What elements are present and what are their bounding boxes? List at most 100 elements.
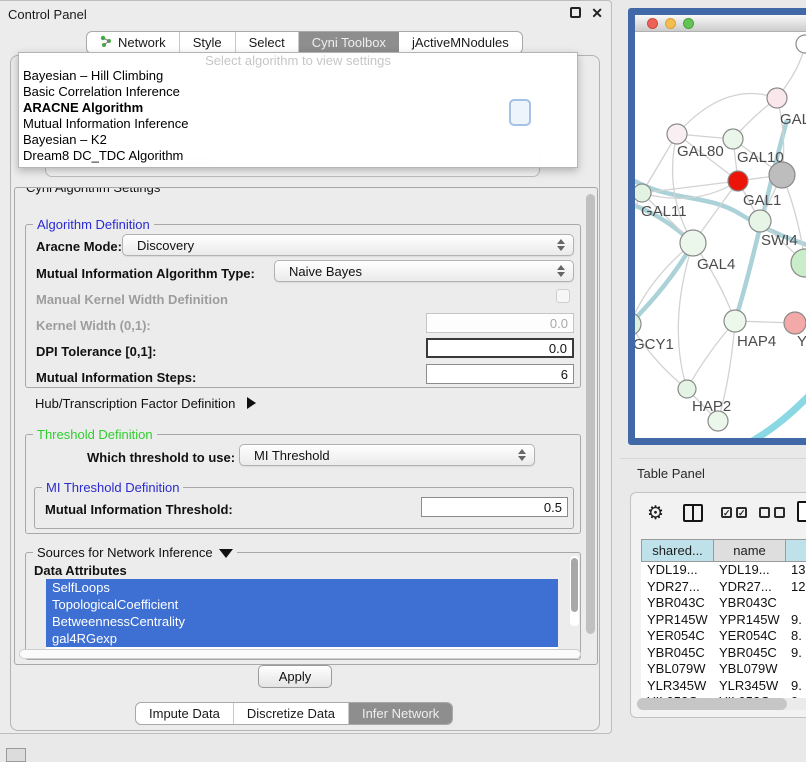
node-label: SWI4 — [761, 232, 798, 249]
data-attributes-list[interactable]: SelfLoopsTopologicalCoefficientBetweenne… — [46, 579, 558, 655]
table-row[interactable]: YPR145WYPR145W9. — [641, 612, 806, 629]
columns-icon[interactable] — [683, 504, 703, 522]
network-window-titlebar[interactable] — [635, 15, 806, 32]
traffic-light-zoom-icon[interactable] — [683, 18, 694, 29]
mi-type-combobox[interactable]: Naive Bayes — [274, 260, 574, 282]
node-label: GAL4 — [697, 256, 735, 273]
dpi-tolerance-field[interactable] — [426, 338, 574, 358]
disclosure-down-icon — [219, 549, 233, 558]
which-threshold-label: Which threshold to use: — [87, 450, 235, 465]
table-body: YDL19...YDL19...13YDR27...YDR27...12YBR0… — [641, 562, 806, 698]
cyni-algorithm-settings-group: Cyni Algorithm Settings Algorithm Defini… — [14, 187, 598, 665]
table-row[interactable]: YLR345WYLR345W9. — [641, 678, 806, 695]
settings-group-title: Cyni Algorithm Settings — [22, 187, 164, 195]
aracne-mode-combobox[interactable]: Discovery — [122, 234, 574, 256]
unchecked-box-icon[interactable] — [759, 507, 770, 518]
column-header-shared[interactable]: shared... — [641, 539, 713, 562]
network-view-window[interactable]: GAL GAL80 GAL10 GAL1 GAL11 SWI4 GAL4 GCY… — [628, 8, 806, 445]
mi-steps-label: Mutual Information Steps: — [36, 370, 196, 385]
stepper-updown-icon — [557, 239, 566, 251]
tab-network-label: Network — [118, 35, 166, 50]
manual-kernel-checkbox[interactable] — [556, 289, 570, 303]
tab-cyni-toolbox[interactable]: Cyni Toolbox — [299, 32, 399, 53]
network-tab-icon — [100, 35, 112, 51]
unchecked-box-icon[interactable] — [774, 507, 785, 518]
table-cell: YDL19... — [713, 562, 785, 579]
table-panel: ⚙ ✓ ✓ shared... name YDL19...YDL19...13Y… — [630, 492, 806, 718]
table-row[interactable]: YBR045CYBR045C9. — [641, 645, 806, 662]
hub-definition-label: Hub/Transcription Factor Definition — [35, 396, 235, 411]
dpi-tolerance-label: DPI Tolerance [0,1]: — [36, 344, 156, 359]
table-row[interactable]: YBL079WYBL079W — [641, 661, 806, 678]
tab-impute-data[interactable]: Impute Data — [136, 703, 234, 724]
focused-combobox-fragment — [509, 99, 531, 126]
settings-horizontal-scrollbar[interactable] — [19, 649, 581, 659]
algorithm-option[interactable]: ARACNE Algorithm — [19, 100, 577, 116]
control-panel-tabbar: Network Style Select Cyni Toolbox jActiv… — [86, 31, 523, 54]
data-attribute-item[interactable]: BetweennessCentrality — [46, 613, 558, 630]
algorithm-option[interactable]: Bayesian – Hill Climbing — [19, 68, 577, 84]
sources-title[interactable]: Sources for Network Inference — [33, 545, 237, 560]
mi-type-label: Mutual Information Algorithm Type: — [36, 266, 255, 281]
table-cell: 13 — [785, 562, 806, 579]
kernel-width-field[interactable] — [426, 313, 574, 333]
attributes-scrollbar[interactable] — [570, 556, 579, 626]
node-label: HAP4 — [737, 333, 776, 350]
tab-discretize-data[interactable]: Discretize Data — [234, 703, 349, 724]
table-cell — [785, 661, 806, 678]
table-cell: 9. — [785, 678, 806, 695]
data-attribute-item[interactable]: TopologicalCoefficient — [46, 596, 558, 613]
table-row[interactable]: YER054CYER054C8. — [641, 628, 806, 645]
float-icon[interactable] — [570, 7, 581, 18]
table-cell: YPR145W — [641, 612, 713, 629]
tab-infer-network[interactable]: Infer Network — [349, 703, 452, 724]
table-cell: YER054C — [641, 628, 713, 645]
column-header-cut[interactable] — [785, 539, 806, 562]
table-row[interactable]: YBR043CYBR043C — [641, 595, 806, 612]
table-cell: YBR045C — [713, 645, 785, 662]
manual-kernel-label: Manual Kernel Width Definition — [36, 292, 228, 307]
gear-icon[interactable]: ⚙ — [647, 502, 664, 525]
table-cell: 9. — [785, 645, 806, 662]
checked-box-icon[interactable]: ✓ — [721, 507, 732, 518]
algorithm-option[interactable]: Dream8 DC_TDC Algorithm — [19, 148, 577, 164]
traffic-light-close-icon[interactable] — [647, 18, 658, 29]
network-canvas[interactable]: GAL GAL80 GAL10 GAL1 GAL11 SWI4 GAL4 GCY… — [635, 32, 806, 445]
algorithm-option[interactable]: Basic Correlation Inference — [19, 84, 577, 100]
apply-button[interactable]: Apply — [258, 665, 332, 688]
tab-discretize-label: Discretize Data — [247, 706, 335, 721]
table-horizontal-scrollbar[interactable] — [637, 698, 806, 710]
tab-style[interactable]: Style — [180, 32, 236, 53]
tab-cyni-toolbox-label: Cyni Toolbox — [312, 35, 386, 50]
traffic-light-minimize-icon[interactable] — [665, 18, 676, 29]
tab-network[interactable]: Network — [87, 32, 180, 53]
checked-box-icon[interactable]: ✓ — [736, 507, 747, 518]
node-label: HAP2 — [692, 398, 731, 415]
mi-threshold-label: Mutual Information Threshold: — [45, 502, 233, 517]
network-node-labels: GAL GAL80 GAL10 GAL1 GAL11 SWI4 GAL4 GCY… — [635, 111, 806, 415]
data-attribute-item[interactable]: gal4RGexp — [46, 630, 558, 647]
mi-steps-field[interactable] — [426, 364, 574, 384]
minimized-window-icon[interactable] — [6, 748, 26, 762]
data-attribute-item[interactable]: SelfLoops — [46, 579, 558, 596]
table-row[interactable]: YDL19...YDL19...13 — [641, 562, 806, 579]
algorithm-option[interactable]: Bayesian – K2 — [19, 132, 577, 148]
document-icon[interactable] — [797, 501, 806, 522]
settings-vertical-scrollbar[interactable] — [586, 194, 595, 656]
threshold-definition-title: Threshold Definition — [33, 427, 157, 442]
algorithm-dropdown-list: Select algorithm to view settings Bayesi… — [18, 52, 578, 168]
tab-select[interactable]: Select — [236, 32, 299, 53]
table-cell: YLR345W — [713, 678, 785, 695]
algorithm-option[interactable]: Mutual Information Inference — [19, 116, 577, 132]
table-toolbar: ⚙ ✓ ✓ — [631, 493, 806, 537]
column-header-name[interactable]: name — [713, 539, 785, 562]
which-threshold-combobox[interactable]: MI Threshold — [239, 444, 535, 466]
table-cell: 9. — [785, 612, 806, 629]
close-icon[interactable]: ✕ — [591, 5, 603, 22]
tab-jactivemnodules[interactable]: jActiveMNodules — [399, 32, 522, 53]
mi-threshold-field[interactable] — [421, 497, 568, 517]
aracne-mode-label: Aracne Mode: — [36, 239, 122, 254]
hub-definition-disclosure[interactable]: Hub/Transcription Factor Definition — [35, 396, 256, 411]
table-row[interactable]: YDR27...YDR27...12 — [641, 579, 806, 596]
tab-infer-label: Infer Network — [362, 706, 439, 721]
